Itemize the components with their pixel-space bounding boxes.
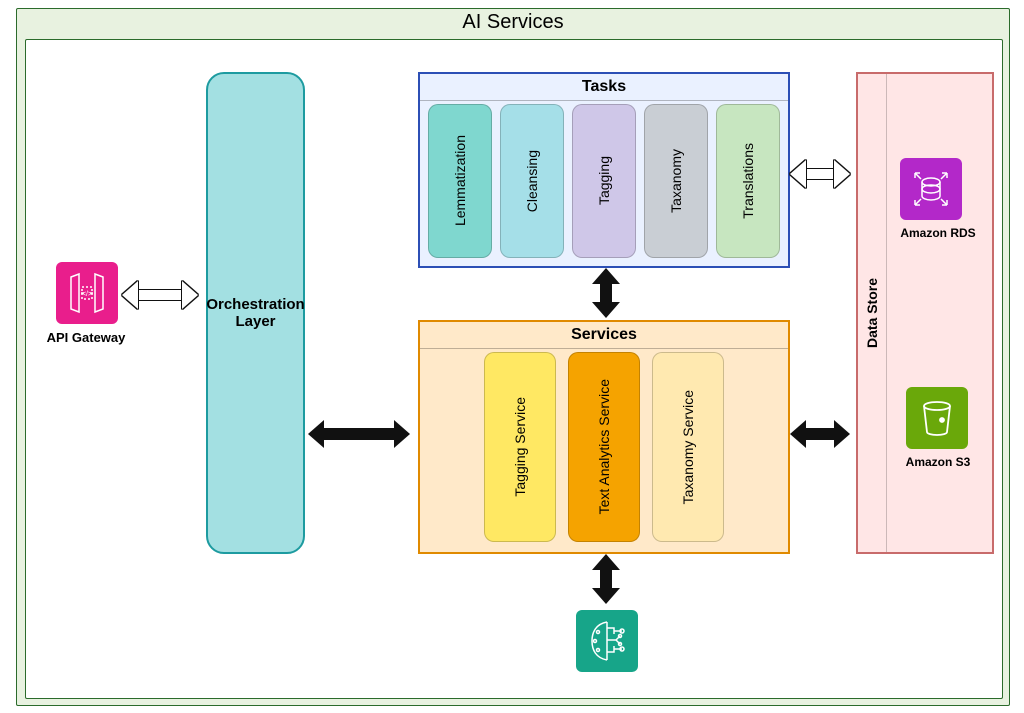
api-gateway-label: API Gateway (36, 330, 136, 345)
orchestration-layer: Orchestration Layer (206, 72, 305, 554)
service-text-analytics: Text Analytics Service (568, 352, 640, 542)
tasks-row: Lemmatization Cleansing Tagging Taxanomy… (428, 104, 780, 258)
arrow-services-datastore (790, 420, 850, 448)
api-gateway-icon: </> (56, 262, 118, 324)
data-store-content: Amazon RDS Amazon S3 (890, 84, 986, 542)
inner-frame: </> API Gateway Orchestration Layer Task… (25, 39, 1003, 699)
s3-block: Amazon S3 (906, 387, 971, 469)
s3-label: Amazon S3 (906, 455, 971, 469)
outer-title: AI Services (17, 9, 1009, 36)
arrow-tasks-services (592, 268, 620, 318)
data-store-title: Data Store (858, 74, 887, 552)
data-store-container: Data Store Amazon RDS (856, 72, 994, 554)
tasks-title: Tasks (420, 74, 788, 101)
orchestration-label: Orchestration Layer (206, 296, 304, 330)
arrow-orch-services (308, 420, 410, 448)
task-translations: Translations (716, 104, 780, 258)
rds-block: Amazon RDS (900, 158, 975, 240)
arrow-api-orchestration (122, 281, 198, 309)
services-title: Services (420, 322, 788, 349)
rds-label: Amazon RDS (900, 226, 975, 240)
sagemaker-icon (576, 610, 638, 672)
tasks-container: Tasks Lemmatization Cleansing Tagging Ta… (418, 72, 790, 268)
gateway-glyph-icon: </> (65, 271, 109, 315)
arrow-services-sagemaker (592, 554, 620, 604)
task-taxonomy: Taxanomy (644, 104, 708, 258)
services-container: Services Tagging Service Text Analytics … (418, 320, 790, 554)
services-row: Tagging Service Text Analytics Service T… (470, 352, 738, 542)
svg-text:</>: </> (82, 291, 92, 298)
diagram-canvas: AI Services </> API Gateway (0, 0, 1024, 713)
service-tagging: Tagging Service (484, 352, 556, 542)
service-taxonomy: Taxanomy Service (652, 352, 724, 542)
rds-icon (900, 158, 962, 220)
ai-services-outer: AI Services </> API Gateway (16, 8, 1010, 706)
task-tagging: Tagging (572, 104, 636, 258)
task-lemmatization: Lemmatization (428, 104, 492, 258)
arrow-tasks-datastore (790, 160, 850, 188)
s3-icon (906, 387, 968, 449)
task-cleansing: Cleansing (500, 104, 564, 258)
